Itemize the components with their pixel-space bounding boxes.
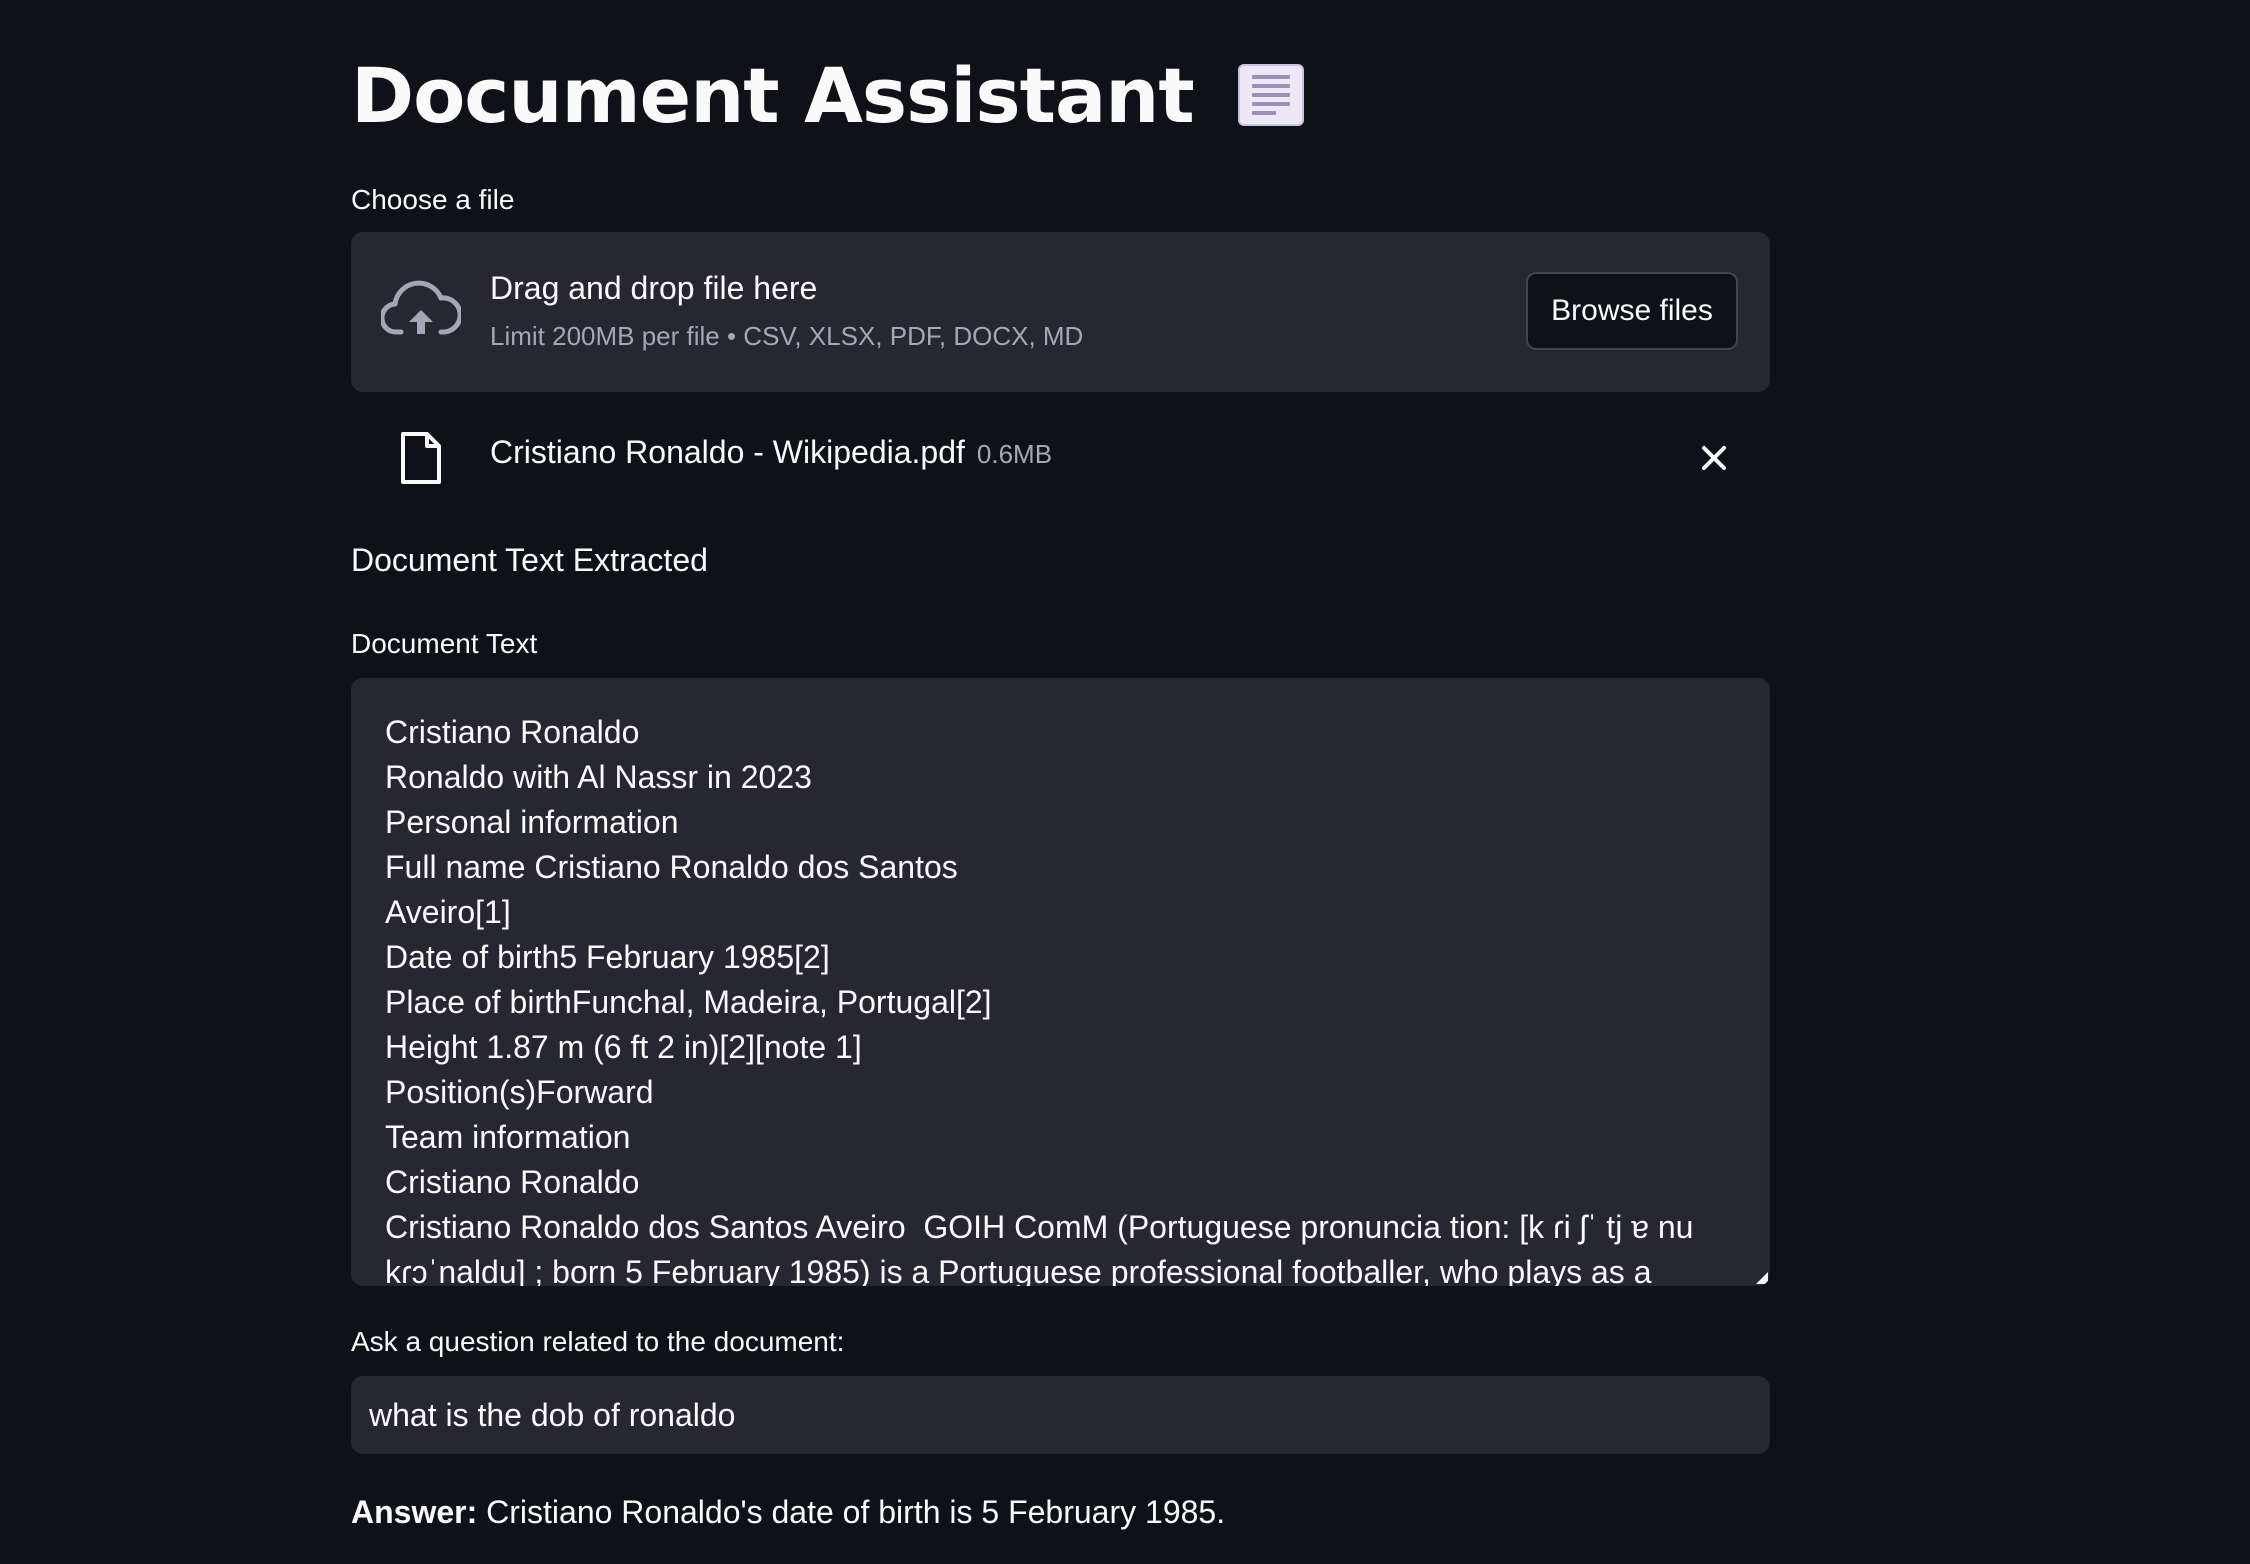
document-text-line: Ronaldo with Al Nassr in 2023 xyxy=(385,759,812,795)
document-text-line: Place of birthFunchal, Madeira, Portugal… xyxy=(385,984,992,1020)
document-text-line: Aveiro[1] xyxy=(385,894,511,930)
document-text-area[interactable]: Cristiano Ronaldo Ronaldo with Al Nassr i… xyxy=(351,678,1770,1286)
dropzone-title: Drag and drop file here xyxy=(490,270,818,306)
dropzone-text: Drag and drop file here Limit 200MB per … xyxy=(490,270,1083,352)
page-title: Document Assistant xyxy=(351,40,1304,150)
cloud-upload-icon xyxy=(381,280,461,335)
document-text-line: kɾɔˈnaldu] ; born 5 February 1985) is a … xyxy=(385,1254,1652,1286)
answer-body: Cristiano Ronaldo's date of birth is 5 F… xyxy=(477,1494,1226,1530)
document-text-line: Height 1.87 m (6 ft 2 in)[2][note 1] xyxy=(385,1029,862,1065)
uploaded-file-row: Cristiano Ronaldo - Wikipedia.pdf 0.6MB xyxy=(351,412,1770,500)
document-text-line: Position(s)Forward xyxy=(385,1074,654,1110)
document-text-line: Cristiano Ronaldo dos Santos Aveiro GOIH… xyxy=(385,1209,1694,1245)
uploader-label: Choose a file xyxy=(351,184,515,215)
document-text-line: Full name Cristiano Ronaldo dos Santos xyxy=(385,849,958,885)
page-title-text: Document Assistant xyxy=(351,50,1195,140)
document-text-line: Date of birth5 February 1985[2] xyxy=(385,939,830,975)
page-facing-up-icon xyxy=(1237,64,1304,126)
dropzone-limit: Limit 200MB per file • CSV, XLSX, PDF, D… xyxy=(490,321,1084,351)
uploaded-file-name: Cristiano Ronaldo - Wikipedia.pdf 0.6MB xyxy=(490,434,1052,471)
document-text-line: Cristiano Ronaldo xyxy=(385,1164,640,1200)
answer-text: Answer: Cristiano Ronaldo's date of birt… xyxy=(351,1494,1225,1531)
section-heading: Document Text Extracted xyxy=(351,542,708,578)
file-icon xyxy=(401,432,441,484)
question-label: Ask a question related to the document: xyxy=(351,1326,845,1357)
resize-handle-icon[interactable] xyxy=(1756,1272,1768,1284)
document-text-line: Personal information xyxy=(385,804,679,840)
document-text-line: Cristiano Ronaldo xyxy=(385,714,640,750)
file-name-text: Cristiano Ronaldo - Wikipedia.pdf xyxy=(490,434,965,470)
browse-files-button[interactable]: Browse files xyxy=(1526,272,1738,350)
document-text-line: Team information xyxy=(385,1119,631,1155)
document-text-label: Document Text xyxy=(351,628,538,659)
file-size: 0.6MB xyxy=(976,439,1053,469)
close-icon[interactable] xyxy=(1694,438,1734,478)
file-dropzone[interactable]: Drag and drop file here Limit 200MB per … xyxy=(351,232,1770,392)
answer-prefix: Answer: xyxy=(351,1494,478,1530)
question-input[interactable] xyxy=(351,1376,1770,1454)
document-text-content: Cristiano Ronaldo Ronaldo with Al Nassr i… xyxy=(385,710,1730,1286)
